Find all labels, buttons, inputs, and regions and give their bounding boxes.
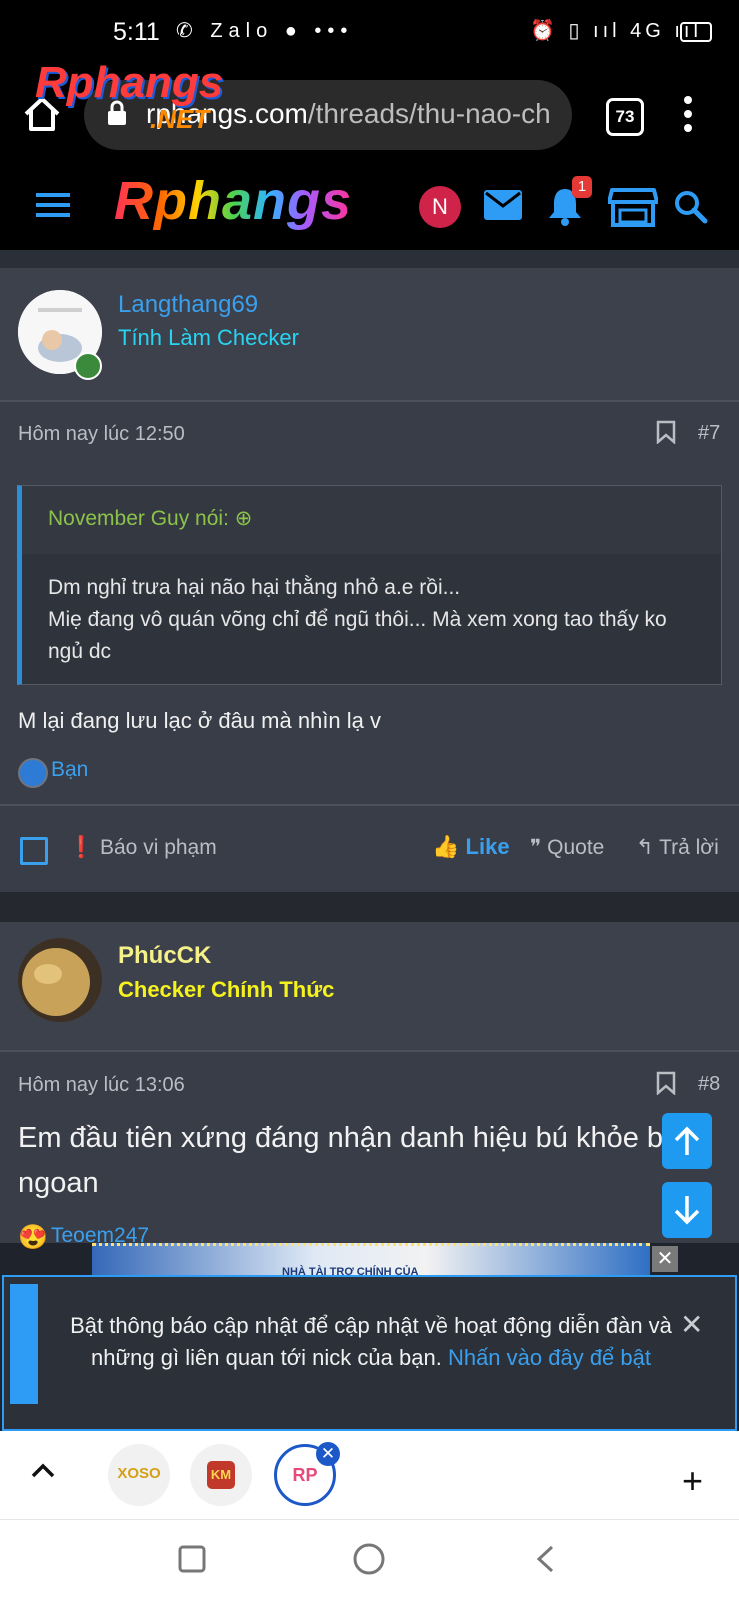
close-icon[interactable]: ✕ [680, 1308, 703, 1341]
back-triangle-icon[interactable] [534, 1544, 556, 1574]
status-time: 5:11 [113, 18, 160, 46]
user-avatar-phucck[interactable] [18, 938, 102, 1022]
chevron-up-icon[interactable] [28, 1460, 58, 1480]
overlay-logo: Rphangs [35, 58, 224, 107]
tab-chip-label: XOSO [117, 1465, 161, 1482]
header-divider [0, 250, 739, 268]
post-message: Em đầu tiên xứng đáng nhận danh hiệu bú … [18, 1122, 680, 1199]
tab-chip-label: KM [207, 1461, 235, 1489]
online-status-icon [74, 352, 102, 380]
reply-button[interactable]: ↰ Trả lời [636, 835, 719, 860]
overlay-logo-net: .NET [150, 104, 210, 134]
post-timestamp[interactable]: Hôm nay lúc 12:50 [18, 423, 185, 446]
tab-chip-label: RP [292, 1465, 318, 1485]
site-logo[interactable]: Rphangs [114, 170, 352, 232]
new-tab-plus-icon[interactable]: + [682, 1460, 703, 1502]
ad-close-button[interactable]: ✕ [652, 1246, 678, 1272]
post-message: M lại đang lưu lạc ở đâu mà nhìn lạ v [18, 708, 382, 733]
heart-eyes-reaction-icon: 😍 [18, 1224, 48, 1251]
arrow-up-circle-icon[interactable]: ⊕ [235, 507, 253, 530]
status-notification-icons: ✆ Zalo ● ••• [176, 20, 354, 42]
thumbs-up-icon: 👍 [432, 834, 460, 859]
quote-line: Dm nghỉ trưa hại não hại thằng nhỏ a.e r… [48, 576, 461, 599]
tab-chip-xoso[interactable]: XOSO [108, 1444, 170, 1506]
url-path: /threads/thu-nao-ch [307, 98, 551, 129]
quote-author-text: November Guy nói: [48, 507, 229, 530]
quote-author[interactable]: November Guy nói: ⊕ [48, 506, 252, 531]
post-username[interactable]: Langthang69 [118, 291, 258, 319]
user-avatar[interactable]: N [419, 186, 461, 228]
post-number[interactable]: #8 [698, 1073, 720, 1096]
scroll-bottom-button[interactable] [662, 1182, 712, 1238]
status-system-icons: ⏰ ▯ ııl 4G ııl [530, 20, 702, 42]
report-label: Báo vi phạm [100, 836, 217, 859]
bookmark-icon[interactable] [656, 420, 676, 444]
reaction-user[interactable]: Bạn [51, 758, 88, 782]
notification-message: Bật thông báo cập nhật để cập nhật về ho… [66, 1310, 676, 1374]
scroll-top-button[interactable] [662, 1113, 712, 1169]
notification-badge: 1 [572, 176, 592, 198]
select-post-checkbox[interactable] [20, 837, 48, 865]
post-username[interactable]: PhúcCK [118, 942, 211, 970]
post-user-block [0, 922, 739, 1050]
avatar-image [18, 938, 102, 1022]
like-reaction-icon [18, 758, 48, 788]
notification-accent-bar [10, 1284, 38, 1404]
like-label: Like [465, 834, 510, 859]
alert-icon: ❗ [68, 836, 95, 859]
quote-label: Quote [547, 836, 605, 859]
hamburger-menu-icon[interactable] [36, 192, 70, 218]
tab-switcher-button[interactable]: 73 [606, 98, 644, 136]
bookmark-icon[interactable] [656, 1071, 676, 1095]
quote-line: Miẹ đang vô quán võng chỉ để ngũ thôi...… [48, 608, 667, 663]
post-separator [0, 892, 739, 922]
reply-label: Trả lời [659, 836, 719, 859]
arrow-up-icon [674, 1126, 700, 1155]
more-vert-icon[interactable] [684, 96, 692, 132]
arrow-down-icon [674, 1196, 700, 1225]
divider [0, 804, 739, 806]
quote-text: Dm nghỉ trưa hại não hại thằng nhỏ a.e r… [48, 572, 698, 668]
store-icon[interactable] [608, 186, 658, 228]
tab-chip-km[interactable]: KM [190, 1444, 252, 1506]
battery-icon [680, 22, 712, 42]
home-circle-icon[interactable] [352, 1542, 386, 1576]
post-user-title: Tính Làm Checker [118, 325, 299, 350]
recents-square-icon[interactable] [178, 1545, 206, 1573]
reply-icon: ↰ [636, 836, 654, 859]
enable-notifications-link[interactable]: Nhấn vào đây để bật [448, 1345, 651, 1370]
search-icon[interactable] [674, 190, 708, 224]
ad-banner[interactable]: NHÀ TÀI TRỢ CHÍNH CỦA [92, 1243, 650, 1278]
like-button[interactable]: 👍 Like [432, 834, 510, 860]
quote-icon: ❞ [530, 836, 542, 859]
mail-icon[interactable] [484, 190, 522, 220]
post-timestamp[interactable]: Hôm nay lúc 13:06 [18, 1074, 185, 1097]
quote-button[interactable]: ❞ Quote [530, 835, 604, 860]
close-tab-icon[interactable]: ✕ [316, 1442, 340, 1466]
post-number[interactable]: #7 [698, 422, 720, 445]
post-user-block [0, 268, 739, 402]
post-user-title: Checker Chính Thức [118, 977, 335, 1002]
report-button[interactable]: ❗ Báo vi phạm [68, 836, 217, 860]
